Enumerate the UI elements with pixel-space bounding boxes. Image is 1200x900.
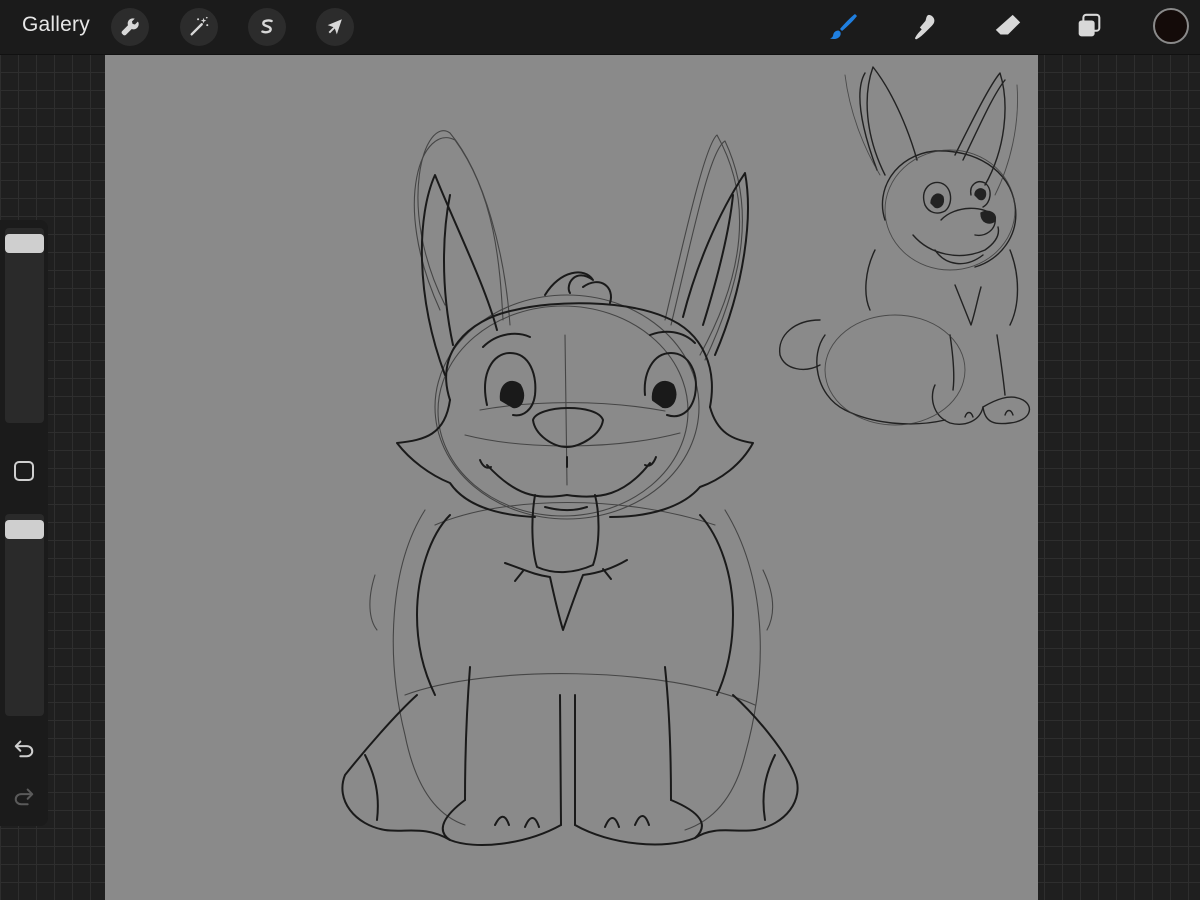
arrow-cursor-icon xyxy=(327,19,342,35)
opacity-slider[interactable] xyxy=(5,514,44,716)
procreate-app: Gallery xyxy=(0,0,1200,900)
wrench-icon xyxy=(121,18,139,36)
drawing-canvas[interactable] xyxy=(105,55,1038,900)
brush-icon xyxy=(830,14,857,40)
opacity-slider-thumb[interactable] xyxy=(5,520,44,539)
layers-button[interactable] xyxy=(1070,8,1108,46)
redo-button[interactable] xyxy=(11,783,37,809)
brush-size-slider-thumb[interactable] xyxy=(5,234,44,253)
gallery-button[interactable]: Gallery xyxy=(22,13,90,37)
adjustments-button[interactable] xyxy=(180,8,218,46)
undo-button[interactable] xyxy=(11,735,37,761)
top-toolbar: Gallery xyxy=(0,0,1200,55)
eraser-tool-button[interactable] xyxy=(989,8,1027,46)
eraser-icon xyxy=(995,14,1021,35)
selection-button[interactable] xyxy=(248,8,286,46)
smudge-finger-icon xyxy=(915,14,935,40)
redo-arrow-icon xyxy=(14,788,34,806)
brush-size-slider[interactable] xyxy=(5,228,44,423)
brush-tool-button[interactable] xyxy=(824,8,862,46)
magic-wand-icon xyxy=(190,16,209,36)
dog-sketch-drawing xyxy=(341,66,1031,846)
transform-button[interactable] xyxy=(316,8,354,46)
selection-s-icon xyxy=(261,19,273,34)
layers-icon xyxy=(1078,13,1101,37)
color-picker-button[interactable] xyxy=(1153,8,1189,44)
smudge-tool-button[interactable] xyxy=(906,8,944,46)
undo-arrow-icon xyxy=(14,740,34,758)
left-sidebar xyxy=(0,220,48,826)
modify-button[interactable] xyxy=(14,461,34,481)
actions-button[interactable] xyxy=(111,8,149,46)
